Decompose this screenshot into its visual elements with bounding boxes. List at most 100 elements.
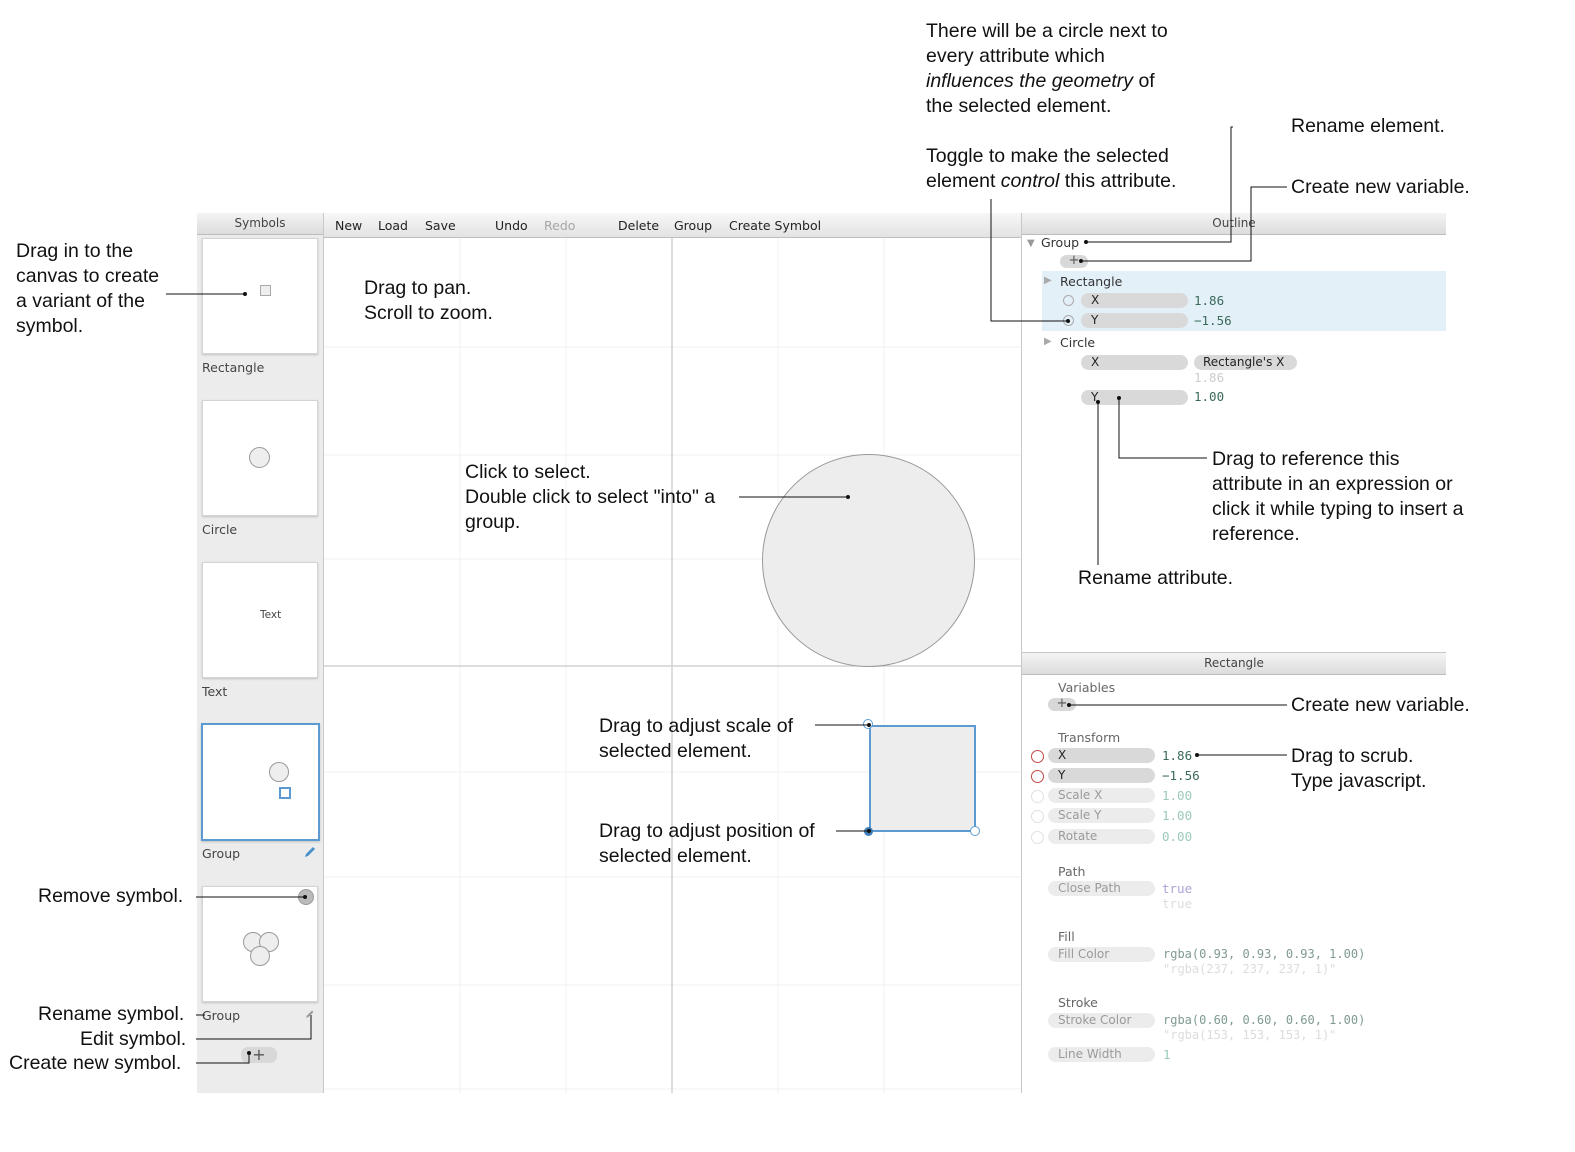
outline-element-circle[interactable]: Circle	[1060, 335, 1095, 350]
annotation-rename-element: Rename element.	[1291, 115, 1445, 137]
disclosure-triangle-closed-icon[interactable]: ▶	[1044, 275, 1052, 286]
attr-fill-color[interactable]: Fill Color	[1048, 947, 1155, 962]
value-circle-x-result: 1.86	[1194, 370, 1225, 385]
toolbar: New Load Save Undo Redo Delete Group Cre…	[324, 213, 1021, 238]
scale-handle-top-left[interactable]	[863, 719, 873, 729]
position-handle[interactable]	[864, 827, 873, 836]
annotation-edit-symbol: Edit symbol.	[80, 1028, 187, 1050]
create-symbol-button[interactable]: +	[241, 1047, 277, 1063]
control-toggle-x[interactable]	[1031, 750, 1044, 763]
control-toggle-scale-x[interactable]	[1031, 790, 1044, 803]
delete-button[interactable]: Delete	[618, 218, 659, 233]
control-toggle-rotate[interactable]	[1031, 831, 1044, 844]
group-preview-rectangle	[279, 787, 291, 799]
circle-preview-shape	[249, 447, 270, 468]
annotation-reference: Drag to reference this attribute in an e…	[1212, 448, 1464, 545]
outline-add-variable-button[interactable]: +	[1060, 254, 1088, 268]
value-rect-x[interactable]: 1.86	[1194, 293, 1224, 308]
symbol-label-group[interactable]: Group	[202, 846, 240, 861]
symbol-label-rectangle[interactable]: Rectangle	[202, 360, 264, 375]
section-stroke: Stroke	[1058, 995, 1098, 1010]
attr-scale-x[interactable]: Scale X	[1048, 788, 1155, 803]
create-symbol-toolbar-button[interactable]: Create Symbol	[729, 218, 821, 233]
attr-y[interactable]: Y	[1048, 768, 1155, 783]
annotation-toggle-control: Toggle to make the selected element cont…	[926, 145, 1177, 192]
save-button[interactable]: Save	[425, 218, 456, 233]
symbol-thumb-group-selected[interactable]	[201, 723, 320, 841]
outline-root-group[interactable]: Group	[1041, 235, 1079, 250]
canvas-selected-rectangle[interactable]	[869, 725, 976, 832]
annotation-create-symbol: Create new symbol.	[9, 1052, 182, 1074]
symbol-thumb-rectangle[interactable]	[202, 238, 318, 354]
value-circle-y[interactable]: 1.00	[1194, 389, 1224, 404]
edit-symbol-pencil-icon-2[interactable]	[303, 1007, 317, 1021]
section-transform: Transform	[1058, 730, 1121, 745]
text-preview: Text	[260, 609, 282, 621]
symbols-sidebar: Symbols Rectangle Circle Text Text Group…	[197, 213, 324, 1093]
attr-stroke-color[interactable]: Stroke Color	[1048, 1013, 1155, 1028]
annotation-rename-symbol: Rename symbol.	[38, 1003, 185, 1025]
undo-button[interactable]: Undo	[495, 218, 528, 233]
right-panel: Outline ▼ Group + ▶ Rectangle X 1.86 Y −…	[1021, 213, 1446, 1093]
attr-circle-x[interactable]: X	[1081, 355, 1188, 370]
control-toggle-y[interactable]	[1031, 770, 1044, 783]
annotation-rename-attribute: Rename attribute.	[1078, 567, 1234, 589]
annotation-position: Drag to adjust position of selected elem…	[599, 820, 815, 867]
annotation-geometry-circle: There will be a circle next to every att…	[926, 20, 1168, 117]
value-scale-y[interactable]: 1.00	[1162, 808, 1192, 823]
value-stroke-color[interactable]: rgba(0.60, 0.60, 0.60, 1.00)	[1163, 1013, 1365, 1027]
value-close-path[interactable]: true	[1162, 881, 1192, 896]
attr-close-path[interactable]: Close Path	[1048, 881, 1155, 896]
value-close-path-result: true	[1162, 896, 1193, 911]
section-variables: Variables	[1058, 680, 1116, 695]
edit-symbol-pencil-icon[interactable]	[303, 845, 317, 859]
annotation-remove-symbol: Remove symbol.	[38, 885, 184, 907]
attr-line-width[interactable]: Line Width	[1048, 1047, 1155, 1062]
annotation-drag-symbol: Drag in to the canvas to create a varian…	[16, 240, 160, 337]
annotation-create-variable-bottom: Create new variable.	[1291, 694, 1470, 716]
symbol-thumb-circle[interactable]	[202, 400, 318, 516]
attr-circle-y[interactable]: Y	[1081, 390, 1188, 405]
value-scale-x[interactable]: 1.00	[1162, 788, 1192, 803]
canvas[interactable]: New Load Save Undo Redo Delete Group Cre…	[324, 213, 1021, 1093]
value-y[interactable]: −1.56	[1162, 768, 1200, 783]
control-toggle-scale-y[interactable]	[1031, 810, 1044, 823]
reference-token[interactable]: Rectangle's X	[1194, 355, 1297, 370]
canvas-circle-shape[interactable]	[762, 454, 975, 667]
attr-rotate[interactable]: Rotate	[1048, 829, 1155, 844]
value-rotate[interactable]: 0.00	[1162, 829, 1192, 844]
attr-rect-y[interactable]: Y	[1081, 313, 1188, 328]
outline-element-rectangle[interactable]: Rectangle	[1060, 274, 1122, 289]
disclosure-triangle-closed-icon[interactable]: ▶	[1044, 336, 1052, 347]
control-toggle-rect-y[interactable]	[1063, 315, 1074, 326]
outline-header: Outline	[1022, 213, 1446, 235]
inspector-header: Rectangle	[1022, 652, 1446, 675]
value-rect-y[interactable]: −1.56	[1194, 313, 1232, 328]
annotation-create-variable-top: Create new variable.	[1291, 176, 1470, 198]
disclosure-triangle-open-icon[interactable]: ▼	[1027, 238, 1035, 249]
symbol-label-text[interactable]: Text	[202, 684, 227, 699]
control-toggle-rect-x[interactable]	[1063, 295, 1074, 306]
value-fill-color-result: "rgba(237, 237, 237, 1)"	[1163, 962, 1337, 976]
load-button[interactable]: Load	[378, 218, 408, 233]
attr-x[interactable]: X	[1048, 748, 1155, 763]
remove-symbol-icon[interactable]	[298, 889, 314, 905]
group-button[interactable]: Group	[674, 218, 712, 233]
symbol-thumb-text[interactable]: Text	[202, 562, 318, 678]
value-stroke-color-result: "rgba(153, 153, 153, 1)"	[1163, 1028, 1337, 1042]
symbol-label-circle[interactable]: Circle	[202, 522, 237, 537]
value-line-width[interactable]: 1	[1163, 1047, 1171, 1062]
attr-rect-x[interactable]: X	[1081, 293, 1188, 308]
annotation-click-select: Click to select. Double click to select …	[465, 461, 716, 533]
annotation-scrub: Drag to scrub. Type javascript.	[1291, 745, 1427, 792]
attr-scale-y[interactable]: Scale Y	[1048, 808, 1155, 823]
value-fill-color[interactable]: rgba(0.93, 0.93, 0.93, 1.00)	[1163, 947, 1365, 961]
annotation-pan-zoom: Drag to pan. Scroll to zoom.	[364, 277, 493, 324]
new-button[interactable]: New	[335, 218, 362, 233]
value-x[interactable]: 1.86	[1162, 748, 1192, 763]
inspector-add-variable-button[interactable]: +	[1048, 697, 1076, 711]
redo-button[interactable]: Redo	[544, 218, 575, 233]
canvas-grid	[324, 237, 1021, 1093]
symbol-label-group-2[interactable]: Group	[202, 1008, 240, 1023]
scale-handle-bottom-right[interactable]	[970, 826, 980, 836]
